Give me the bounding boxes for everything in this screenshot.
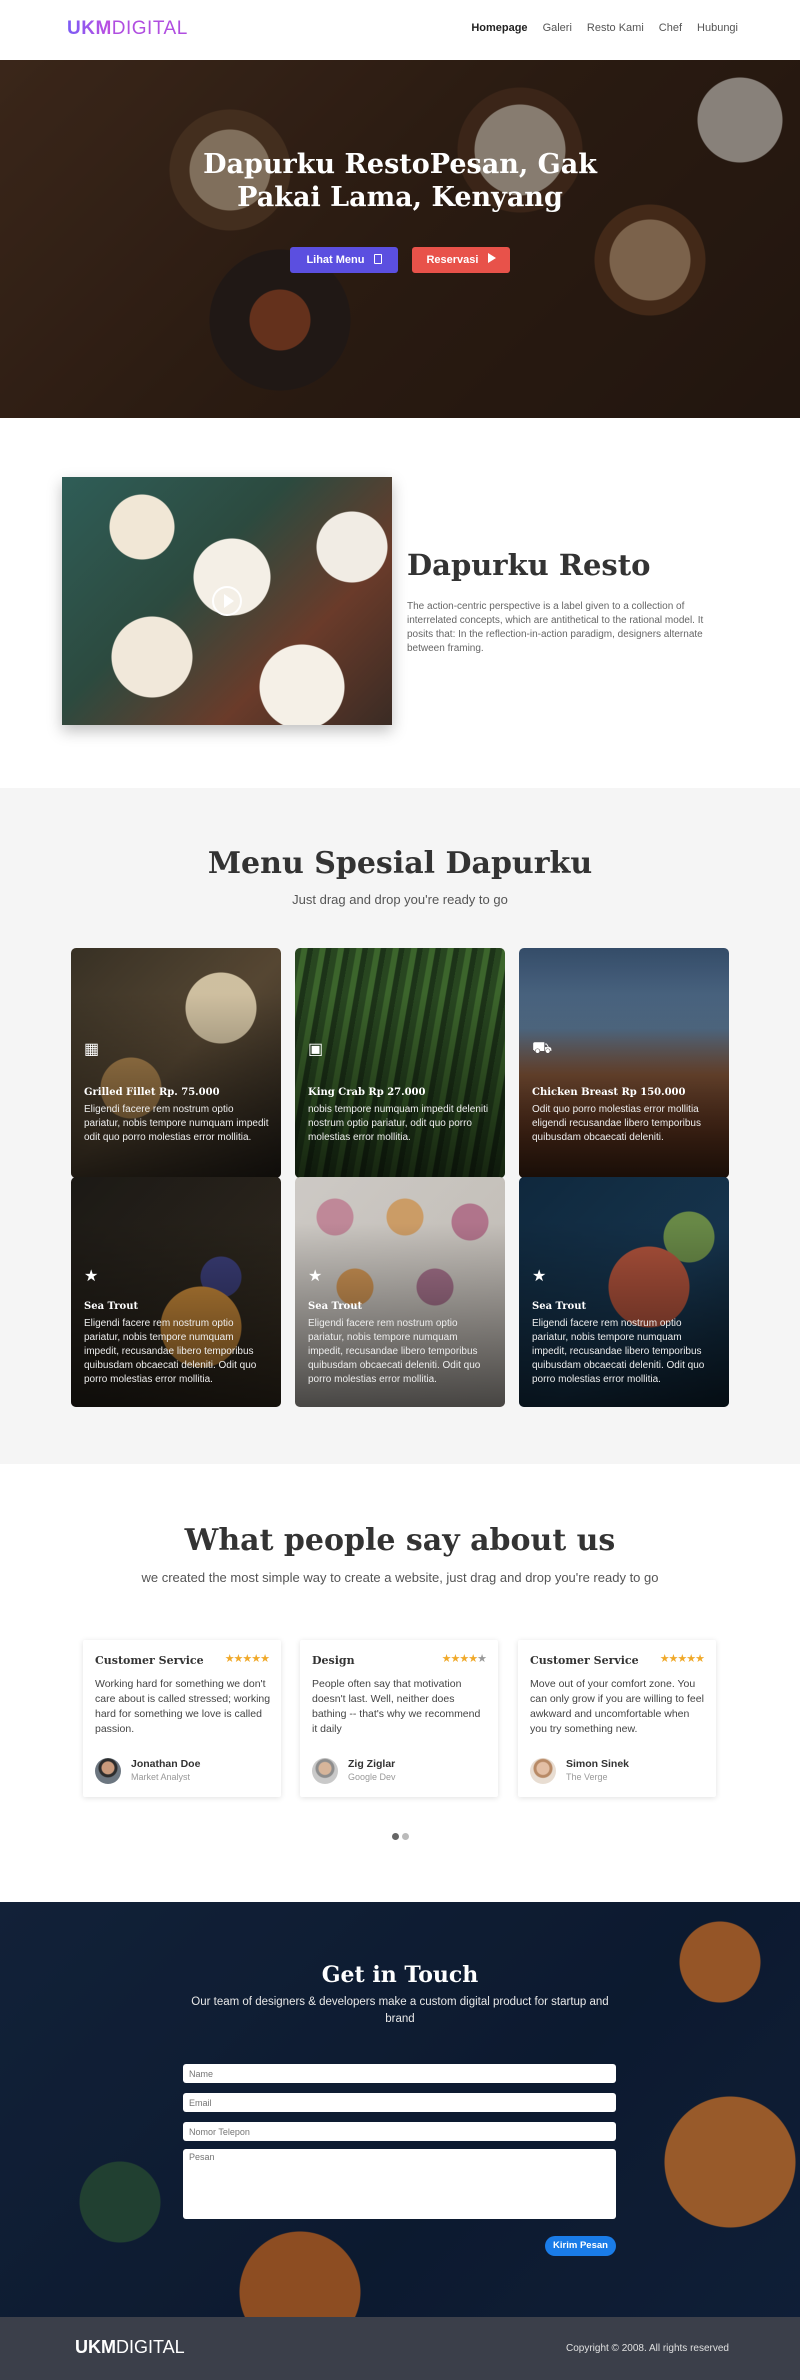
star-icon: ★	[308, 1268, 323, 1285]
testimonial-author: Simon Sinek	[566, 1758, 630, 1770]
menu-card-desc: Eligendi facere rem nostrum optio pariat…	[84, 1104, 269, 1143]
testimonial-category: Customer Service	[530, 1654, 639, 1667]
menu-section-subtitle: Just drag and drop you're ready to go	[292, 892, 508, 907]
testimonial-role: Market Analyst	[131, 1772, 191, 1782]
about-video-thumbnail[interactable]	[62, 477, 392, 725]
play-video-icon[interactable]	[212, 586, 242, 616]
contact-title: Get in Touch	[321, 1962, 479, 1988]
menu-card-title: King Crab Rp 27.000	[308, 1087, 426, 1098]
menu-card[interactable]: ★ Sea Trout Eligendi facere rem nostrum …	[519, 1177, 729, 1407]
testimonial-text: Move out of your comfort zone. You can o…	[530, 1678, 704, 1735]
contact-subtitle: Our team of designers & developers make …	[191, 1996, 609, 2025]
phone-field[interactable]	[183, 2122, 616, 2141]
view-menu-button[interactable]: Lihat Menu	[290, 247, 398, 273]
book-icon	[373, 254, 382, 264]
hero-title: Dapurku RestoPesan, Gak Pakai Lama, Keny…	[203, 149, 597, 213]
hero-section: Dapurku RestoPesan, Gak Pakai Lama, Keny…	[0, 60, 800, 418]
play-icon	[487, 253, 496, 263]
email-field[interactable]	[183, 2093, 616, 2112]
menu-card-title: Sea Trout	[308, 1301, 363, 1312]
reservation-button[interactable]: Reservasi	[412, 247, 510, 273]
menu-card-desc: Odit quo porro molestias error mollitia …	[532, 1104, 701, 1143]
message-field[interactable]	[183, 2149, 616, 2219]
menu-card-title: Sea Trout	[84, 1301, 139, 1312]
star-rating: ★★★★★	[659, 1653, 705, 1665]
carousel-dot[interactable]	[402, 1833, 409, 1840]
testimonial-role: The Verge	[566, 1772, 608, 1782]
menu-card-desc: Eligendi facere rem nostrum optio pariat…	[532, 1318, 705, 1385]
nav-link-chef[interactable]: Chef	[659, 22, 682, 34]
footer-logo-light: DIGITAL	[116, 2337, 185, 2357]
testimonials-subtitle: we created the most simple way to create…	[141, 1570, 659, 1585]
avatar	[95, 1758, 121, 1784]
star-rating: ★★★★★	[441, 1653, 487, 1665]
menu-card-desc: Eligendi facere rem nostrum optio pariat…	[84, 1318, 257, 1385]
menu-card[interactable]: ▦ Grilled Fillet Rp. 75.000 Eligendi fac…	[71, 948, 281, 1178]
menu-card-title: Grilled Fillet Rp. 75.000	[84, 1087, 220, 1098]
testimonial-card: Design ★★★★★ People often say that motiv…	[300, 1640, 498, 1797]
about-title: Dapurku Resto	[407, 548, 651, 582]
star-icon: ★	[84, 1268, 99, 1285]
brand-logo[interactable]: UKMDIGITAL	[67, 18, 188, 40]
logo-light: DIGITAL	[111, 18, 188, 39]
monitor-icon: ▣	[308, 1041, 324, 1058]
menu-section-title: Menu Spesial Dapurku	[207, 846, 593, 881]
testimonial-text: Working hard for something we don't care…	[95, 1678, 271, 1735]
hero-overlay	[0, 60, 800, 418]
about-description: The action-centric perspective is a labe…	[407, 601, 704, 654]
grid-icon: ▦	[84, 1041, 100, 1058]
nav-links: Homepage Galeri Resto Kami Chef Hubungi	[471, 22, 738, 34]
testimonial-author: Zig Ziglar	[348, 1758, 396, 1770]
menu-card-title: Chicken Breast Rp 150.000	[532, 1087, 686, 1098]
menu-card[interactable]: ★ Sea Trout Eligendi facere rem nostrum …	[295, 1177, 505, 1407]
name-field[interactable]	[183, 2064, 616, 2083]
nav-link-galeri[interactable]: Galeri	[543, 22, 572, 34]
reservation-label: Reservasi	[426, 254, 479, 266]
testimonial-category: Design	[312, 1654, 355, 1667]
nav-link-resto-kami[interactable]: Resto Kami	[587, 22, 644, 34]
menu-card-title: Sea Trout	[532, 1301, 587, 1312]
testimonial-text: People often say that motivation doesn't…	[312, 1678, 481, 1735]
testimonial-category: Customer Service	[95, 1654, 204, 1667]
menu-card[interactable]: ▣ King Crab Rp 27.000 nobis tempore numq…	[295, 948, 505, 1178]
view-menu-label: Lihat Menu	[306, 254, 365, 266]
testimonial-card: Customer Service ★★★★★ Move out of your …	[518, 1640, 716, 1797]
avatar	[312, 1758, 338, 1784]
footer: UKMDIGITAL Copyright © 2008. All rights …	[0, 2317, 800, 2380]
testimonials-title: What people say about us	[184, 1523, 616, 1558]
truck-icon: ⛟	[532, 1040, 553, 1057]
top-navbar: UKMDIGITAL Homepage Galeri Resto Kami Ch…	[0, 0, 800, 60]
logo-bold: UKM	[67, 18, 112, 39]
nav-link-hubungi[interactable]: Hubungi	[697, 22, 738, 34]
nav-link-homepage[interactable]: Homepage	[471, 22, 527, 34]
testimonial-author: Jonathan Doe	[131, 1758, 201, 1770]
testimonial-card: Customer Service ★★★★★ Working hard for …	[83, 1640, 281, 1797]
menu-card[interactable]: ⛟ Chicken Breast Rp 150.000 Odit quo por…	[519, 948, 729, 1178]
star-icon: ★	[532, 1268, 547, 1285]
avatar	[530, 1758, 556, 1784]
menu-card-desc: Eligendi facere rem nostrum optio pariat…	[308, 1318, 481, 1385]
menu-card[interactable]: ★ Sea Trout Eligendi facere rem nostrum …	[71, 1177, 281, 1407]
star-rating: ★★★★★	[224, 1653, 270, 1665]
menu-card-desc: nobis tempore numquam impedit deleniti n…	[308, 1104, 489, 1143]
footer-logo-bold: UKM	[75, 2337, 116, 2357]
menu-section: Menu Spesial Dapurku Just drag and drop …	[0, 788, 800, 1464]
footer-logo[interactable]: UKMDIGITAL	[75, 2337, 185, 2358]
send-message-button[interactable]: Kirim Pesan	[545, 2236, 616, 2256]
copyright-text: Copyright © 2008. All rights reserved	[565, 2343, 729, 2354]
carousel-dot-active[interactable]	[392, 1833, 399, 1840]
testimonial-role: Google Dev	[348, 1772, 396, 1782]
